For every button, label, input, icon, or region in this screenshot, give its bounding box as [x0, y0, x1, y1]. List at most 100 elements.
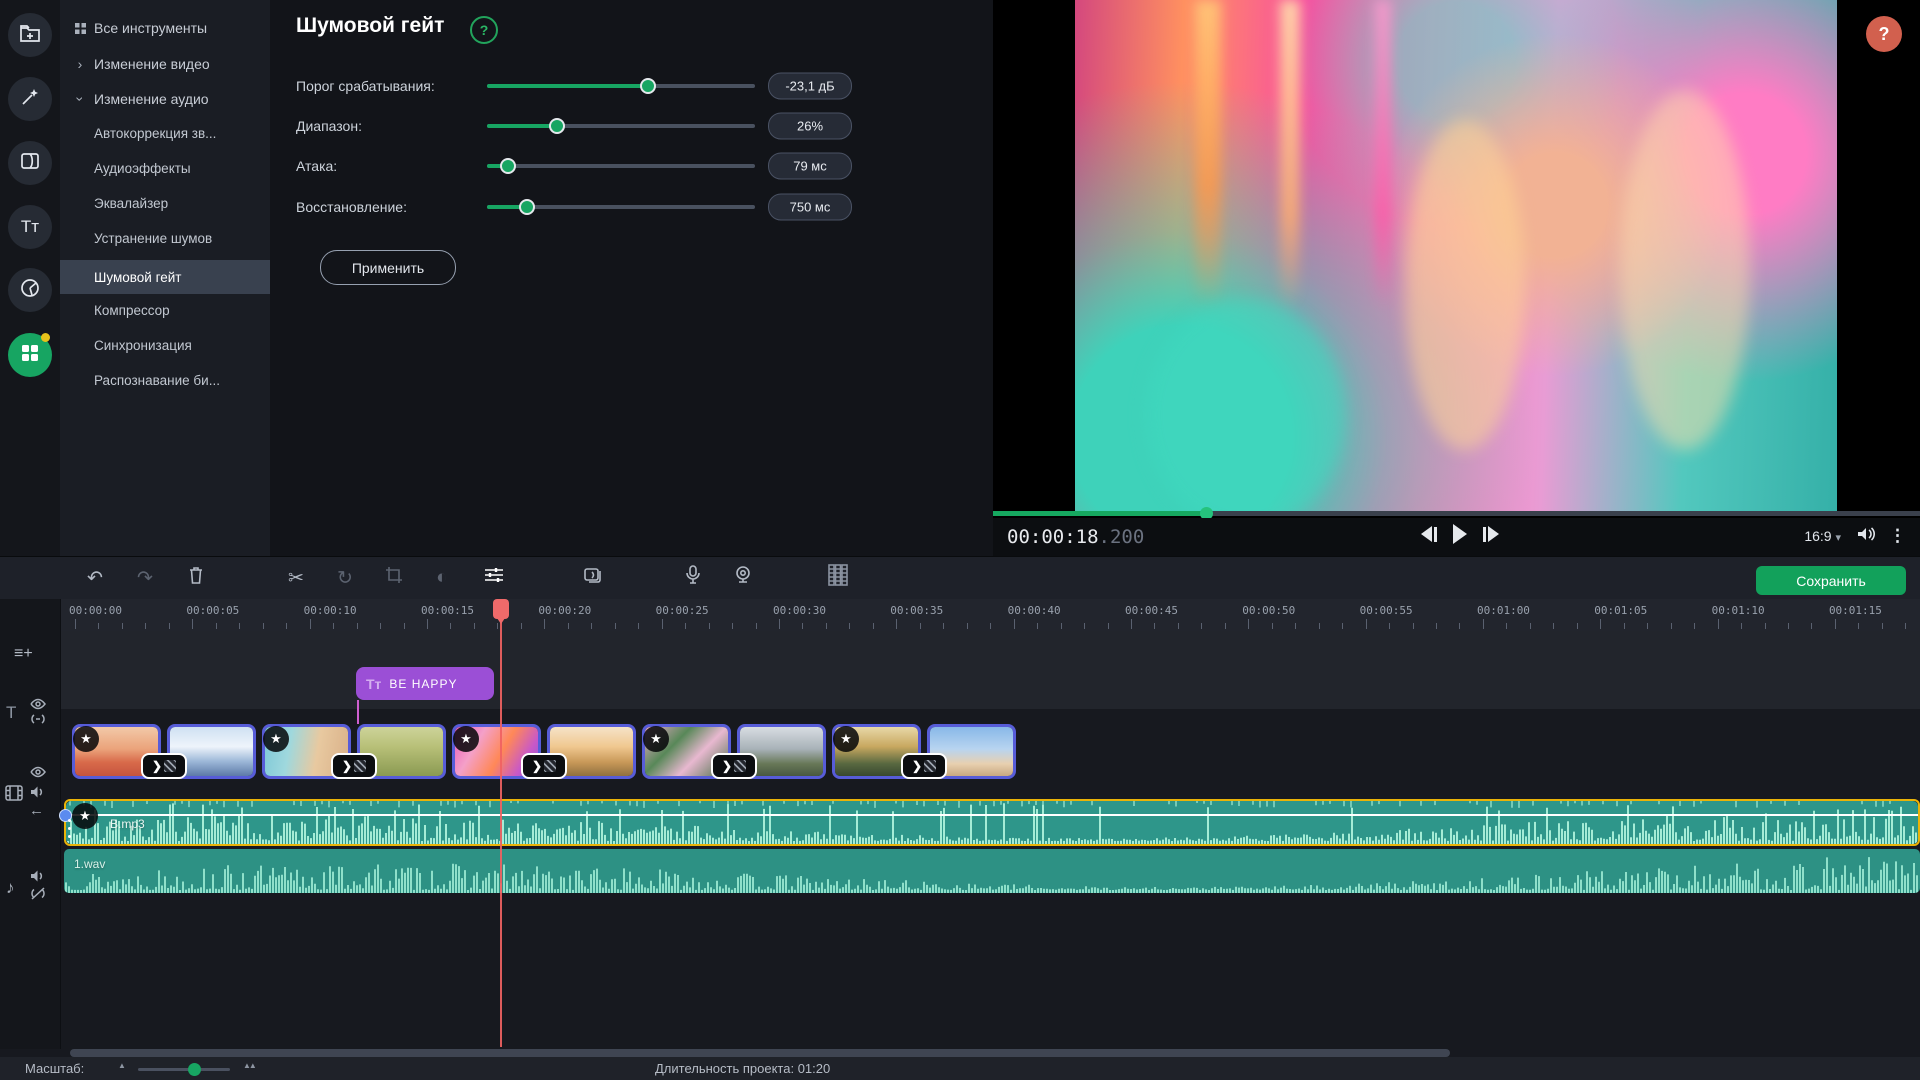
menu-item-child[interactable]: Синхронизация [60, 330, 270, 360]
audio-clip-1[interactable]: ★ B.mp3 [64, 799, 1920, 846]
undo-button[interactable]: ↶ [81, 564, 109, 592]
redo-button[interactable]: ↷ [131, 564, 159, 592]
transition-badge[interactable]: ❯ [331, 753, 377, 779]
slider-value[interactable]: 79 мс [768, 153, 852, 180]
track-header-gutter: ≡+ T ← ♪ [0, 599, 61, 1049]
ruler-time-label: 00:00:00 [69, 604, 122, 617]
slider-track[interactable] [487, 124, 755, 128]
titles-button[interactable]: Tт [8, 205, 52, 249]
zoom-out-icon[interactable]: ▲ [118, 1061, 124, 1070]
previous-frame-button[interactable] [1421, 526, 1437, 542]
ruler-tick [1741, 623, 1742, 629]
slider-knob[interactable] [549, 118, 565, 134]
menu-item-selected[interactable]: Шумовой гейт [60, 260, 270, 294]
ruler-tick [1459, 623, 1460, 629]
volume-button[interactable] [1855, 525, 1875, 546]
clip-edge-dot [68, 827, 71, 830]
audio-clip-2[interactable]: 1.wav [64, 849, 1920, 893]
add-track-icon[interactable]: ≡+ [14, 645, 33, 663]
title-track-visibility-icon[interactable] [30, 698, 46, 710]
import-media-button[interactable] [8, 13, 52, 57]
transition-badge[interactable]: ❯ [141, 753, 187, 779]
slider-value[interactable]: -23,1 дБ [768, 73, 852, 100]
transition-arrow-icon: ❯ [722, 760, 732, 772]
menu-item-root[interactable]: ›Изменение аудио [60, 84, 270, 114]
slider-track[interactable] [487, 205, 755, 209]
timeline-zoom-knob[interactable] [188, 1063, 201, 1076]
audio-track-icon: ♪ [6, 878, 15, 898]
record-audio-button[interactable] [679, 564, 707, 592]
menu-item-child[interactable]: Аудиоэффекты [60, 153, 270, 183]
timeline-zoom-slider[interactable] [138, 1068, 230, 1071]
transition-badge[interactable]: ❯ [901, 753, 947, 779]
video-track-back-icon[interactable]: ← [29, 802, 44, 819]
menu-item-root[interactable]: Все инструменты [60, 13, 270, 43]
transition-arrow-icon: ❯ [912, 760, 922, 772]
favorite-star-badge: ★ [833, 726, 859, 752]
ruler-tick [1037, 623, 1038, 629]
slider-value[interactable]: 750 мс [768, 194, 852, 221]
more-tools-button[interactable] [8, 333, 52, 377]
ruler-time-label: 00:01:05 [1594, 604, 1647, 617]
title-track-link-icon[interactable] [30, 713, 46, 725]
preview-progress-bar[interactable] [993, 511, 1920, 516]
ruler-tick [1154, 623, 1155, 629]
transition-badge[interactable]: ❯ [711, 753, 757, 779]
slider-knob[interactable] [500, 158, 516, 174]
horizontal-scrollbar[interactable] [70, 1049, 1450, 1057]
color-adjust-button[interactable]: ◐ [428, 564, 456, 592]
overlay-button[interactable] [580, 564, 608, 592]
play-button[interactable] [1453, 524, 1467, 544]
video-track-mute-icon[interactable] [30, 785, 45, 799]
apply-button[interactable]: Применить [320, 250, 456, 285]
filters-button[interactable] [8, 77, 52, 121]
menu-item-child[interactable]: Эквалайзер [60, 188, 270, 218]
slider-knob[interactable] [519, 199, 535, 215]
split-button[interactable]: ✂ [282, 564, 310, 592]
delete-button[interactable] [182, 564, 210, 592]
menu-item-child[interactable]: Автокоррекция зв... [60, 118, 270, 148]
ruler-tick [1577, 623, 1578, 629]
playhead-handle[interactable] [493, 599, 509, 619]
preview-menu-button[interactable]: ⋮ [1889, 526, 1906, 546]
transitions-button[interactable] [8, 141, 52, 185]
record-webcam-button[interactable] [729, 564, 757, 592]
ruler-tick [1061, 623, 1062, 629]
audio-track-unlink-icon[interactable] [30, 887, 46, 900]
menu-item-root[interactable]: ›Изменение видео [60, 49, 270, 79]
clip-properties-button[interactable] [480, 564, 508, 592]
timeline-toolbar: ↶ ↷ ✂ ↻ ◐ Сохранить [0, 557, 1920, 599]
title-clip[interactable]: Tт BE HAPPY [356, 667, 494, 700]
volume-envelope-line[interactable] [66, 814, 1918, 816]
rotate-button[interactable]: ↻ [331, 564, 359, 592]
slider-knob[interactable] [640, 78, 656, 94]
aspect-ratio-select[interactable]: 16:9 ▾ [1804, 528, 1841, 544]
slider-track[interactable] [487, 164, 755, 168]
next-frame-button[interactable] [1483, 526, 1499, 542]
title-track-band [61, 631, 1920, 709]
hair-highlight [1620, 90, 1750, 450]
new-badge [41, 333, 50, 342]
ruler-tick [1295, 623, 1296, 629]
audio-track-mute-icon[interactable] [30, 869, 45, 883]
slider-track[interactable] [487, 84, 755, 88]
ruler-tick [732, 623, 733, 629]
zoom-in-icon[interactable]: ▲▲ [243, 1061, 255, 1070]
stickers-button[interactable] [8, 268, 52, 312]
menu-item-child[interactable]: Компрессор [60, 295, 270, 325]
playhead-line[interactable] [500, 599, 502, 1047]
save-button[interactable]: Сохранить [1756, 566, 1906, 595]
timeline-ruler[interactable]: 00:00:0000:00:0500:00:1000:00:1500:00:20… [0, 599, 1920, 631]
hair-highlight [1405, 120, 1525, 450]
transition-badge[interactable]: ❯ [521, 753, 567, 779]
menu-item-child[interactable]: Устранение шумов [60, 223, 270, 253]
panel-help-icon[interactable]: ? [470, 16, 498, 44]
ruler-time-label: 00:00:40 [1008, 604, 1061, 617]
slider-value[interactable]: 26% [768, 113, 852, 140]
ruler-tick [1835, 619, 1836, 629]
timeline-view-button[interactable] [824, 564, 852, 592]
crop-button[interactable] [380, 564, 408, 592]
menu-item-child[interactable]: Распознавание би... [60, 365, 270, 395]
video-track-visibility-icon[interactable] [30, 766, 46, 778]
help-button[interactable]: ? [1866, 16, 1902, 52]
